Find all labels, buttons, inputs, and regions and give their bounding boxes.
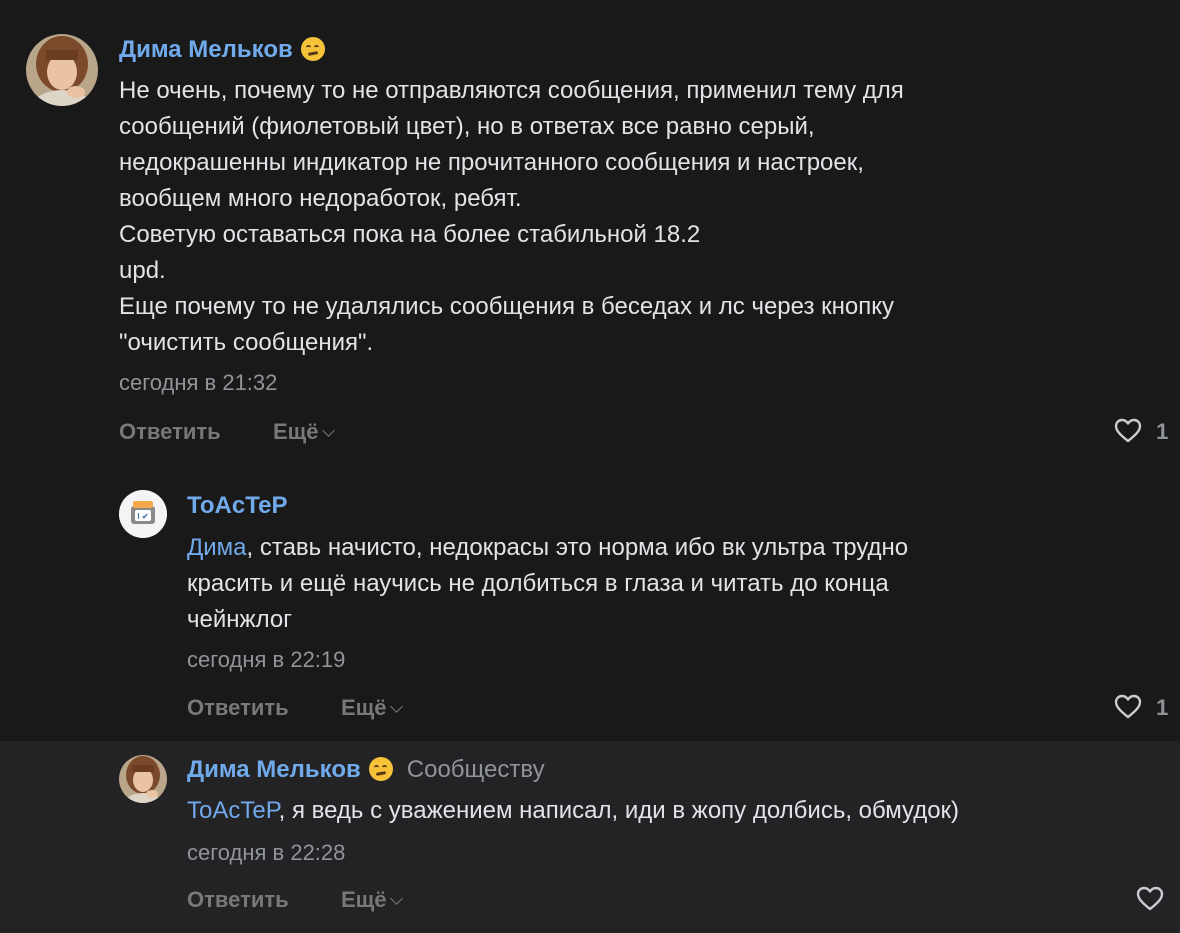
more-label: Ещё	[273, 419, 319, 444]
chevron-down-icon	[322, 424, 336, 437]
comment-text: Дима, ставь начисто, недокрасы это норма…	[187, 530, 1147, 638]
more-label: Ещё	[341, 887, 387, 912]
highlighted-comment-background	[0, 741, 1180, 933]
more-label: Ещё	[341, 695, 387, 720]
comment-text: ToAcTeP, я ведь с уважением написал, иди…	[187, 793, 1167, 829]
comment-time[interactable]: сегодня в 22:19	[187, 647, 345, 673]
like-count: 1	[1156, 695, 1169, 720]
heart-icon	[1136, 886, 1164, 911]
avatar[interactable]	[119, 755, 167, 803]
more-button[interactable]: Ещё	[341, 887, 404, 913]
more-button[interactable]: Ещё	[273, 419, 336, 445]
emoji-status-icon[interactable]	[300, 37, 325, 61]
heart-icon	[1114, 694, 1142, 719]
comment-body: , я ведь с уважением написал, иди в жопу…	[278, 797, 960, 824]
avatar[interactable]	[26, 34, 98, 106]
author-name[interactable]: ToAcTeP	[187, 492, 287, 520]
comment-time[interactable]: сегодня в 21:32	[119, 370, 277, 396]
chevron-down-icon	[390, 700, 404, 713]
mention-link[interactable]: Дима	[187, 534, 247, 561]
like-count: 1	[1156, 419, 1169, 444]
reply-button[interactable]: Ответить	[187, 887, 289, 913]
emoji-status-icon[interactable]	[368, 757, 393, 781]
chevron-down-icon	[390, 892, 404, 905]
comment-body: , ставь начисто, недокрасы это норма ибо…	[187, 534, 909, 633]
mention-link[interactable]: ToAcTeP	[187, 797, 279, 824]
reply-button[interactable]: Ответить	[187, 695, 289, 721]
author-name[interactable]: Дима Мельков	[119, 36, 325, 64]
comment-text: Не очень, почему то не отправляются сооб…	[119, 77, 904, 356]
svg-text:I ✔: I ✔	[137, 512, 148, 521]
like-button[interactable]	[1136, 886, 1164, 913]
author-name-text[interactable]: Дима Мельков	[119, 36, 293, 63]
heart-icon	[1114, 418, 1142, 443]
comment-time[interactable]: сегодня в 22:28	[187, 840, 345, 866]
more-button[interactable]: Ещё	[341, 695, 404, 721]
avatar[interactable]: I ✔	[119, 490, 167, 538]
reply-button[interactable]: Ответить	[119, 419, 221, 445]
like-button[interactable]: 1	[1114, 418, 1168, 445]
author-name-text[interactable]: Дима Мельков	[187, 756, 361, 783]
author-name[interactable]: Дима Мельков Сообществу	[187, 756, 545, 784]
reply-target-label[interactable]: Сообществу	[407, 756, 545, 783]
like-button[interactable]: 1	[1114, 694, 1168, 721]
